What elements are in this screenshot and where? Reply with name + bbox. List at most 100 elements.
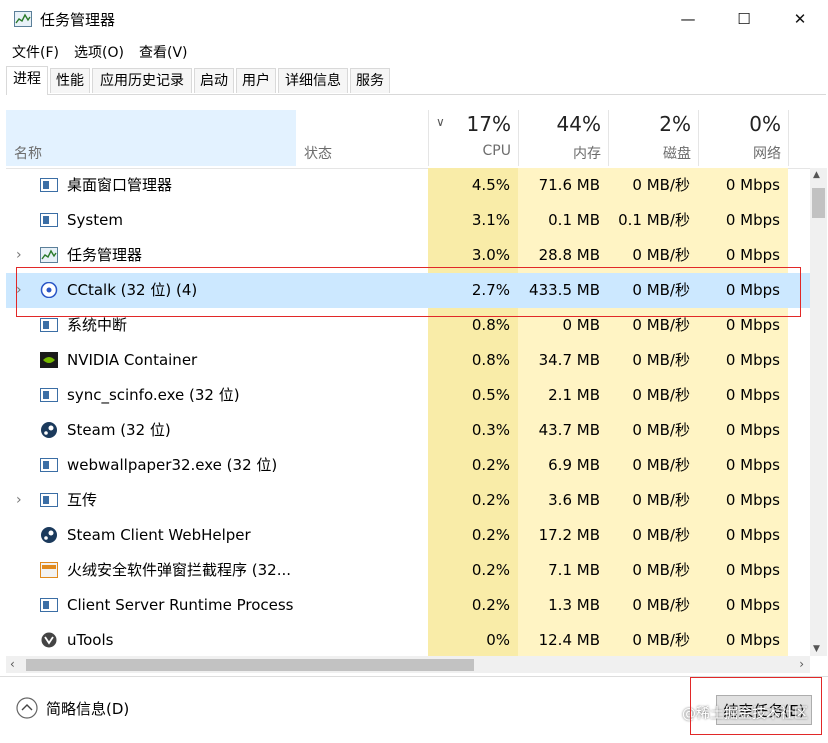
expand-chevron-icon[interactable]: › bbox=[16, 238, 22, 273]
window-title: 任务管理器 bbox=[40, 11, 116, 29]
process-net: 0 Mbps bbox=[698, 553, 788, 588]
tab-details[interactable]: 详细信息 bbox=[278, 68, 348, 93]
process-name: 桌面窗口管理器 bbox=[67, 176, 173, 194]
process-disk: 0 MB/秒 bbox=[608, 483, 698, 518]
process-disk: 0.1 MB/秒 bbox=[608, 203, 698, 238]
process-row[interactable]: Steam (32 位) 0.3% 43.7 MB 0 MB/秒 0 Mbps bbox=[6, 413, 810, 448]
process-row[interactable]: › CCtalk (32 位) (4) 2.7% 433.5 MB 0 MB/秒 0 Mb… bbox=[6, 273, 810, 308]
process-net: 0 Mbps bbox=[698, 483, 788, 518]
process-name: 火绒安全软件弹窗拦截程序 (32... bbox=[67, 561, 292, 579]
header-name[interactable]: 名称 bbox=[14, 143, 42, 163]
process-name: Steam Client WebHelper bbox=[67, 526, 251, 544]
task-manager-icon bbox=[14, 11, 32, 27]
tab-performance[interactable]: 性能 bbox=[50, 68, 90, 93]
header-extra bbox=[788, 110, 811, 166]
process-mem: 71.6 MB bbox=[518, 168, 608, 203]
process-row[interactable]: NVIDIA Container 0.8% 34.7 MB 0 MB/秒 0 Mbps bbox=[6, 343, 810, 378]
utools-icon bbox=[41, 632, 57, 648]
tab-startup[interactable]: 启动 bbox=[194, 68, 234, 93]
process-mem: 34.7 MB bbox=[518, 343, 608, 378]
process-row[interactable]: sync_scinfo.exe (32 位) 0.5% 2.1 MB 0 MB/秒 0 … bbox=[6, 378, 810, 413]
process-disk: 0 MB/秒 bbox=[608, 553, 698, 588]
process-mem: 43.7 MB bbox=[518, 413, 608, 448]
process-name: 互传 bbox=[67, 491, 98, 509]
process-row[interactable]: › 任务管理器 3.0% 28.8 MB 0 MB/秒 0 Mbps bbox=[6, 238, 810, 273]
process-name: Steam (32 位) bbox=[67, 421, 171, 439]
header-status[interactable]: 状态 bbox=[304, 143, 332, 163]
collapse-chevron-icon[interactable] bbox=[16, 697, 38, 719]
scroll-down-icon[interactable]: ▼ bbox=[813, 644, 820, 654]
process-disk: 0 MB/秒 bbox=[608, 448, 698, 483]
tab-bar: 进程 性能 应用历史记录 启动 用户 详细信息 服务 bbox=[6, 66, 826, 95]
process-net: 0 Mbps bbox=[725, 281, 780, 299]
app-window-icon bbox=[40, 598, 58, 612]
fewer-details-link[interactable]: 简略信息(D) bbox=[46, 698, 129, 719]
tab-users[interactable]: 用户 bbox=[236, 68, 276, 93]
nvidia-icon bbox=[40, 352, 58, 368]
process-row[interactable]: System 3.1% 0.1 MB 0.1 MB/秒 0 Mbps bbox=[6, 203, 810, 238]
process-name: CCtalk (32 位) (4) bbox=[67, 281, 198, 299]
disk-percent: 2% bbox=[659, 112, 691, 136]
process-mem: 0.1 MB bbox=[518, 203, 608, 238]
steam-icon bbox=[41, 527, 57, 543]
process-net: 0 Mbps bbox=[698, 518, 788, 553]
header-disk[interactable]: 2% 磁盘 bbox=[608, 110, 699, 166]
process-row[interactable]: uTools 0% 12.4 MB 0 MB/秒 0 Mbps bbox=[6, 623, 810, 656]
menu-file[interactable]: 文件(F) bbox=[12, 42, 59, 62]
expand-chevron-icon[interactable]: › bbox=[16, 273, 22, 308]
process-row[interactable]: 桌面窗口管理器 4.5% 71.6 MB 0 MB/秒 0 Mbps bbox=[6, 168, 810, 203]
close-icon: ✕ bbox=[793, 10, 807, 28]
network-label: 网络 bbox=[753, 146, 781, 162]
process-cpu: 3.0% bbox=[428, 238, 518, 273]
process-net: 0 Mbps bbox=[698, 623, 788, 656]
process-cpu: 0% bbox=[428, 623, 518, 656]
process-net: 0 Mbps bbox=[698, 308, 788, 343]
tab-app-history[interactable]: 应用历史记录 bbox=[92, 68, 192, 93]
process-row[interactable]: Steam Client WebHelper 0.2% 17.2 MB 0 MB/秒 0… bbox=[6, 518, 810, 553]
minimize-button[interactable]: — bbox=[660, 0, 716, 38]
vertical-scrollbar[interactable]: ▲ ▼ bbox=[810, 168, 827, 656]
process-cpu: 0.8% bbox=[428, 343, 518, 378]
horizontal-scrollbar[interactable]: ‹ › bbox=[6, 656, 810, 673]
maximize-button[interactable]: ☐ bbox=[716, 0, 772, 38]
process-name: System bbox=[67, 211, 123, 229]
menu-options[interactable]: 选项(O) bbox=[74, 42, 124, 62]
close-button[interactable]: ✕ bbox=[772, 0, 828, 38]
process-disk: 0 MB/秒 bbox=[608, 588, 698, 623]
process-cpu: 0.3% bbox=[428, 413, 518, 448]
process-cpu: 0.2% bbox=[428, 483, 518, 518]
tab-processes[interactable]: 进程 bbox=[6, 66, 48, 95]
process-row[interactable]: 系统中断 0.8% 0 MB 0 MB/秒 0 Mbps bbox=[6, 308, 810, 343]
process-net: 0 Mbps bbox=[698, 168, 788, 203]
tab-services[interactable]: 服务 bbox=[350, 68, 390, 93]
horizontal-scroll-thumb[interactable] bbox=[26, 659, 474, 671]
process-cpu: 2.7% bbox=[471, 281, 510, 299]
process-mem: 28.8 MB bbox=[518, 238, 608, 273]
scroll-right-icon[interactable]: › bbox=[799, 657, 804, 671]
header-memory[interactable]: 44% 内存 bbox=[518, 110, 609, 166]
process-net: 0 Mbps bbox=[698, 378, 788, 413]
process-mem: 433.5 MB bbox=[529, 281, 600, 299]
header-network[interactable]: 0% 网络 bbox=[698, 110, 789, 166]
disk-label: 磁盘 bbox=[663, 146, 691, 162]
expand-chevron-icon[interactable]: › bbox=[16, 483, 22, 518]
column-header: 名称 状态 17% CPU 44% 内存 2% 磁盘 0% 网络 bbox=[6, 110, 810, 169]
process-mem: 0 MB bbox=[518, 308, 608, 343]
process-cpu: 0.2% bbox=[428, 518, 518, 553]
process-name: 任务管理器 bbox=[67, 246, 143, 264]
minimize-icon: — bbox=[680, 10, 696, 28]
process-row[interactable]: Client Server Runtime Process 0.2% 1.3 MB 0… bbox=[6, 588, 810, 623]
process-disk: 0 MB/秒 bbox=[608, 343, 698, 378]
app-window-icon bbox=[40, 213, 58, 227]
menu-view[interactable]: 查看(V) bbox=[139, 42, 188, 62]
process-list: 桌面窗口管理器 4.5% 71.6 MB 0 MB/秒 0 Mbps System 3.1%… bbox=[6, 168, 810, 656]
vertical-scroll-thumb[interactable] bbox=[812, 188, 825, 218]
process-row[interactable]: 火绒安全软件弹窗拦截程序 (32... 0.2% 7.1 MB 0 MB/秒 0 Mbp… bbox=[6, 553, 810, 588]
scroll-left-icon[interactable]: ‹ bbox=[10, 657, 15, 671]
process-row[interactable]: webwallpaper32.exe (32 位) 0.2% 6.9 MB 0 MB/… bbox=[6, 448, 810, 483]
scroll-up-icon[interactable]: ▲ bbox=[813, 170, 820, 180]
footer: 简略信息(D) 结束任务(E) @稀土掘金技术社区 bbox=[0, 676, 828, 743]
process-row[interactable]: › 互传 0.2% 3.6 MB 0 MB/秒 0 Mbps bbox=[6, 483, 810, 518]
cpu-percent: 17% bbox=[466, 112, 511, 136]
process-cpu: 4.5% bbox=[428, 168, 518, 203]
